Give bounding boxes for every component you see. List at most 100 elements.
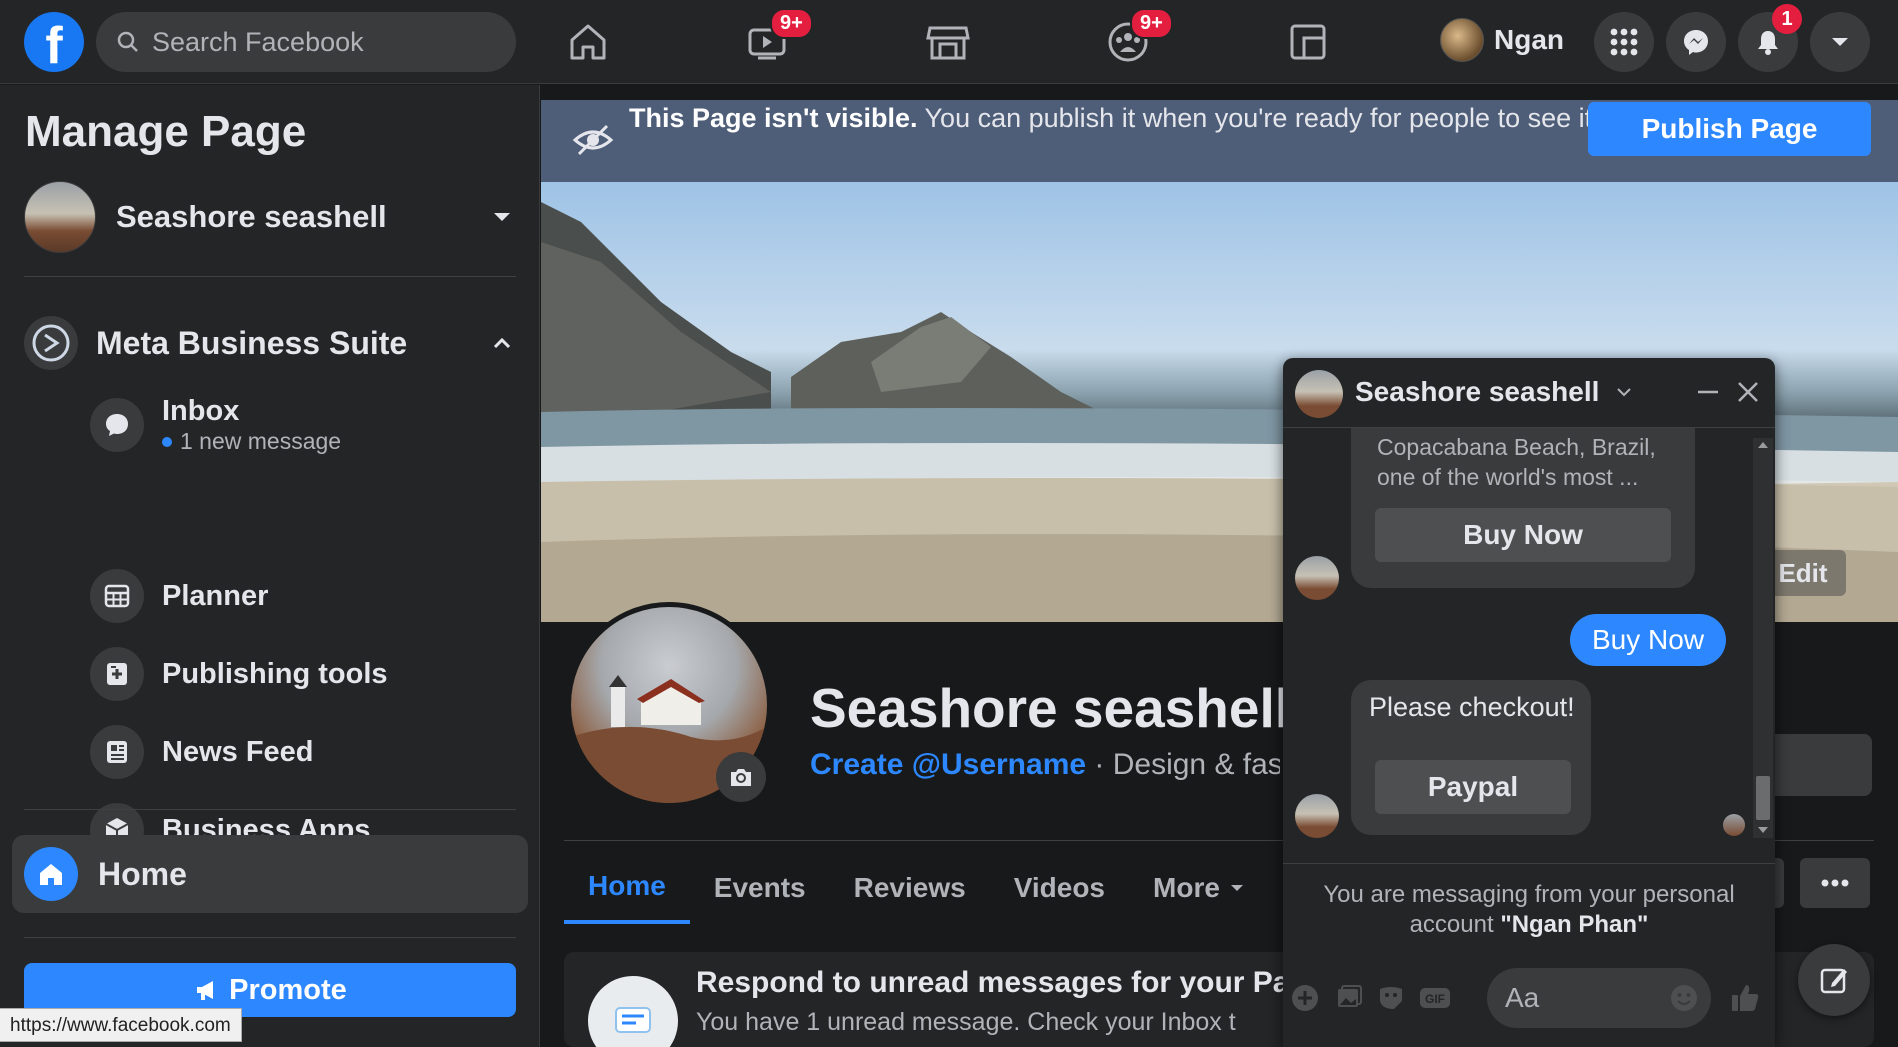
sidebar-item-planner[interactable]: Planner [90, 569, 510, 623]
search-input[interactable]: Search Facebook [96, 12, 516, 72]
product-description: Copacabana Beach, Brazil, one of the wor… [1377, 434, 1656, 490]
top-navigation: f Search Facebook 9+ 9+ Ngan 1 [0, 0, 1898, 84]
caret-down-icon [494, 213, 510, 221]
photo-button[interactable] [1331, 980, 1367, 1016]
close-chat-button[interactable] [1732, 376, 1764, 408]
profile-button[interactable]: Ngan [1440, 18, 1564, 62]
page-switcher[interactable]: Seashore seashell [24, 181, 514, 253]
sidebar-item-publishing-tools[interactable]: Publishing tools [90, 647, 510, 701]
inbox-new-message-count: 1 new message [162, 428, 341, 455]
chat-bubble-icon [90, 398, 144, 452]
minimize-chat-button[interactable] [1692, 376, 1724, 408]
message-composer: GIF Aa [1283, 958, 1775, 1038]
manage-page-sidebar: Manage Page Seashore seashell Meta Busin… [0, 85, 540, 1047]
gif-button[interactable]: GIF [1417, 980, 1453, 1016]
seen-indicator-avatar [1723, 814, 1745, 836]
avatar [1295, 370, 1343, 418]
chat-header[interactable]: Seashore seashell [1283, 358, 1775, 428]
page-avatar [24, 181, 96, 253]
avatar [1440, 18, 1484, 62]
gif-icon: GIF [1420, 988, 1450, 1008]
sidebar-item-label: Planner [162, 579, 269, 612]
messenger-button[interactable] [1666, 12, 1726, 72]
calendar-grid-icon [90, 569, 144, 623]
store-icon [926, 26, 970, 60]
status-bar-url: https://www.facebook.com [0, 1008, 242, 1042]
banner-detail: You can publish it when you're ready for… [917, 103, 1600, 133]
banner-text: This Page isn't visible. You can publish… [629, 100, 1629, 137]
chat-title: Seashore seashell [1355, 376, 1633, 408]
checkout-text: Please checkout! [1369, 692, 1575, 722]
notice-account: "Ngan Phan" [1500, 911, 1649, 938]
message-card-icon [588, 976, 678, 1047]
inbox-sub-label: 1 new message [180, 428, 342, 454]
emoji-icon[interactable] [1669, 983, 1699, 1013]
search-icon [117, 31, 138, 52]
tab-reviews[interactable]: Reviews [830, 852, 990, 924]
marketplace-nav-button[interactable] [922, 16, 974, 68]
page-tabs: Home Events Reviews Videos More [564, 852, 1270, 928]
publishing-tools-icon [90, 647, 144, 701]
more-options-button[interactable] [1800, 858, 1870, 908]
thumbs-up-icon [1732, 985, 1759, 1011]
watch-badge: 9+ [770, 8, 813, 39]
grid-menu-icon [1610, 28, 1638, 56]
sidebar-item-inbox[interactable]: Inbox 1 new message [90, 395, 510, 455]
meta-business-suite-toggle[interactable]: Meta Business Suite [24, 315, 514, 371]
sent-message: Buy Now [1570, 614, 1727, 666]
home-icon [24, 847, 78, 901]
sticker-button[interactable] [1373, 980, 1409, 1016]
banner-bold: This Page isn't visible. [629, 103, 918, 133]
groups-nav-button[interactable]: 9+ [1102, 8, 1173, 68]
tab-events[interactable]: Events [690, 852, 830, 924]
sidebar-item-news-feed[interactable]: News Feed [90, 725, 510, 779]
camera-icon [731, 769, 751, 786]
groups-badge: 9+ [1130, 8, 1173, 39]
change-photo-button[interactable] [716, 752, 766, 802]
scroll-down-arrow-icon[interactable] [1756, 825, 1770, 835]
page-name: Seashore seashell [116, 199, 387, 234]
sidebar-item-label: News Feed [162, 735, 314, 768]
sidebar-title: Manage Page [25, 107, 307, 156]
watch-nav-button[interactable]: 9+ [742, 8, 813, 68]
caret-down-icon [1230, 885, 1243, 891]
image-icon [1338, 985, 1362, 1007]
meta-business-suite-icon [24, 316, 78, 370]
search-placeholder: Search Facebook [152, 26, 364, 57]
home-nav-button[interactable] [562, 16, 614, 68]
product-message-card: Copacabana Beach, Brazil, one of the wor… [1351, 428, 1695, 588]
minimize-icon [1698, 390, 1718, 394]
sidebar-item-label: Publishing tools [162, 657, 388, 690]
checkout-message-card: Please checkout! Paypal [1351, 680, 1591, 835]
like-button[interactable] [1727, 980, 1763, 1016]
page-title: Seashore seashell [810, 677, 1291, 739]
messenger-icon [1684, 30, 1708, 55]
sidebar-item-home[interactable]: Home [12, 835, 528, 913]
tab-videos[interactable]: Videos [990, 852, 1129, 924]
compose-icon [1820, 968, 1847, 994]
promote-label: Promote [229, 973, 347, 1006]
chevron-down-icon [1617, 388, 1631, 397]
buy-now-button[interactable]: Buy Now [1375, 508, 1671, 562]
home-icon [570, 24, 606, 60]
create-username-link[interactable]: Create @Username [810, 748, 1086, 781]
divider [24, 276, 516, 277]
svg-text:GIF: GIF [1425, 992, 1445, 1006]
menu-button[interactable] [1594, 12, 1654, 72]
new-message-button[interactable] [1798, 944, 1870, 1016]
facebook-logo[interactable]: f [24, 12, 84, 72]
tab-more[interactable]: More [1129, 852, 1270, 924]
publish-page-button[interactable]: Publish Page [1588, 102, 1871, 156]
account-menu-button[interactable] [1810, 12, 1870, 72]
add-attachment-button[interactable] [1287, 980, 1323, 1016]
paypal-button[interactable]: Paypal [1375, 760, 1571, 814]
tab-more-label: More [1153, 872, 1220, 903]
scroll-up-arrow-icon[interactable] [1756, 440, 1770, 450]
page-category: · Design & fas [1086, 748, 1280, 781]
message-input[interactable]: Aa [1487, 968, 1711, 1028]
notifications-button[interactable]: 1 [1738, 4, 1802, 72]
scrollbar-thumb[interactable] [1756, 776, 1770, 820]
gaming-nav-button[interactable] [1282, 16, 1334, 68]
meta-business-suite-label: Meta Business Suite [96, 324, 408, 361]
tab-home[interactable]: Home [564, 852, 690, 924]
